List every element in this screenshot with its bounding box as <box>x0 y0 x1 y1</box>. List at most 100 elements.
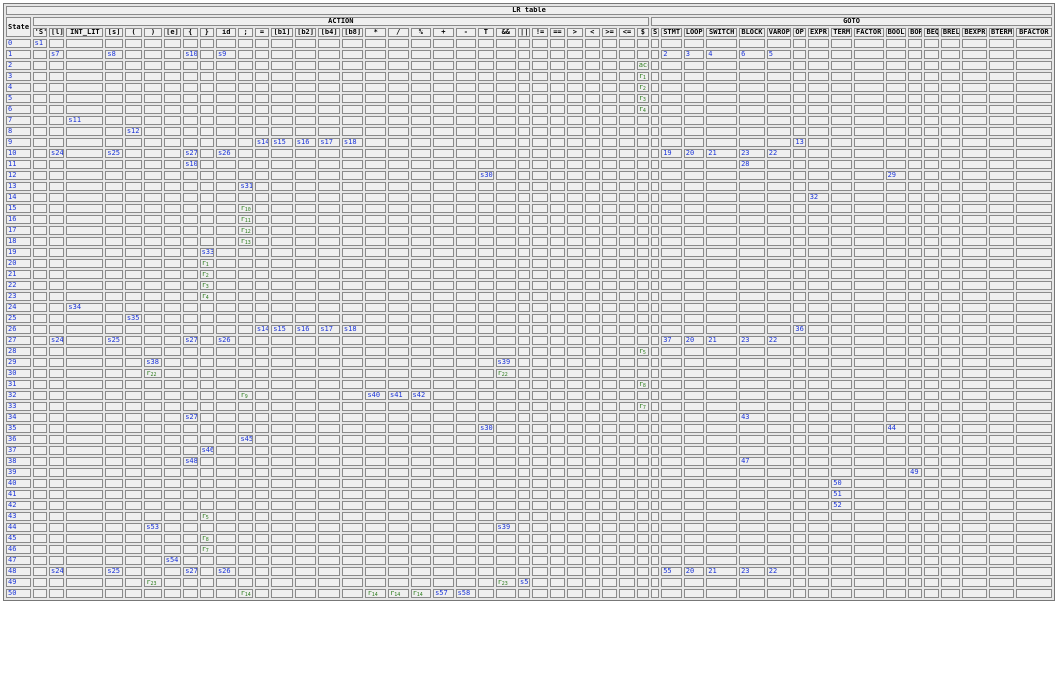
goto-cell <box>962 248 987 257</box>
state-cell: 27 <box>6 336 31 345</box>
goto-cell <box>908 182 923 191</box>
action-cell <box>199 556 214 565</box>
goto-cell <box>885 160 907 169</box>
action-cell <box>215 556 237 565</box>
goto-cell <box>940 281 961 290</box>
action-cell <box>532 204 548 213</box>
action-col-3-s: [s] <box>105 28 123 37</box>
action-cell: s8 <box>105 50 123 59</box>
goto-cell <box>1015 182 1052 191</box>
goto-col-brel: BREL <box>940 28 961 37</box>
action-cell <box>636 116 650 125</box>
action-cell <box>584 479 600 488</box>
action-cell <box>567 259 583 268</box>
action-cell <box>238 149 253 158</box>
goto-cell <box>739 424 765 433</box>
action-cell <box>532 292 548 301</box>
action-cell <box>601 292 618 301</box>
action-cell <box>66 457 104 466</box>
action-cell <box>584 336 600 345</box>
action-cell <box>271 105 293 114</box>
action-cell <box>619 457 635 466</box>
goto-cell <box>989 435 1014 444</box>
action-cell <box>636 149 650 158</box>
goto-cell: 23 <box>739 567 765 576</box>
action-cell <box>341 116 364 125</box>
action-cell <box>478 149 494 158</box>
goto-cell <box>962 61 987 70</box>
action-cell <box>532 402 548 411</box>
action-cell: s1 <box>32 39 48 48</box>
action-cell <box>199 567 214 576</box>
action-cell <box>365 402 386 411</box>
action-cell <box>388 446 409 455</box>
goto-cell <box>766 435 792 444</box>
action-cell <box>549 127 566 136</box>
action-cell <box>388 127 409 136</box>
action-cell <box>199 424 214 433</box>
goto-cell <box>706 281 738 290</box>
action-col-17-sym: / <box>388 28 409 37</box>
action-cell <box>532 270 548 279</box>
goto-cell <box>908 292 923 301</box>
action-col-23-sym: || <box>518 28 531 37</box>
action-cell <box>66 83 104 92</box>
action-cell: r14 <box>365 589 386 598</box>
action-cell <box>199 578 214 587</box>
goto-cell: 13 <box>793 138 806 147</box>
action-cell <box>163 358 182 367</box>
action-cell <box>254 94 270 103</box>
action-cell <box>183 281 198 290</box>
goto-cell <box>940 105 961 114</box>
action-cell <box>32 325 48 334</box>
goto-cell <box>661 182 682 191</box>
action-cell <box>199 105 214 114</box>
action-cell <box>549 347 566 356</box>
goto-cell <box>940 292 961 301</box>
action-cell <box>433 303 454 312</box>
action-cell <box>32 358 48 367</box>
action-cell <box>199 479 214 488</box>
action-cell <box>455 160 477 169</box>
goto-cell <box>908 204 923 213</box>
table-row: 38 s48 47 <box>6 457 1052 466</box>
goto-cell <box>1015 83 1052 92</box>
action-cell <box>567 468 583 477</box>
action-cell: s18 <box>341 325 364 334</box>
action-cell <box>163 424 182 433</box>
action-cell <box>163 160 182 169</box>
action-cell <box>124 358 143 367</box>
action-cell <box>105 105 123 114</box>
action-cell <box>163 182 182 191</box>
action-cell <box>388 50 409 59</box>
action-cell <box>532 424 548 433</box>
goto-cell: 28 <box>739 160 765 169</box>
action-cell <box>49 314 65 323</box>
action-cell <box>199 490 214 499</box>
goto-cell <box>706 534 738 543</box>
action-cell <box>495 94 517 103</box>
goto-cell <box>683 468 705 477</box>
action-cell <box>238 314 253 323</box>
goto-cell <box>651 589 660 598</box>
action-cell <box>495 138 517 147</box>
goto-cell <box>766 534 792 543</box>
action-cell <box>341 512 364 521</box>
action-cell <box>105 534 123 543</box>
goto-cell <box>766 501 792 510</box>
action-cell <box>410 336 432 345</box>
goto-cell <box>766 270 792 279</box>
action-cell <box>455 468 477 477</box>
action-cell <box>66 523 104 532</box>
action-cell: s27 <box>183 149 198 158</box>
goto-cell <box>989 358 1014 367</box>
goto-cell <box>766 589 792 598</box>
goto-cell <box>853 501 884 510</box>
action-cell <box>567 556 583 565</box>
action-cell <box>294 72 317 81</box>
goto-cell <box>807 72 830 81</box>
goto-cell <box>706 116 738 125</box>
action-cell <box>636 215 650 224</box>
goto-cell <box>739 358 765 367</box>
action-cell <box>532 193 548 202</box>
